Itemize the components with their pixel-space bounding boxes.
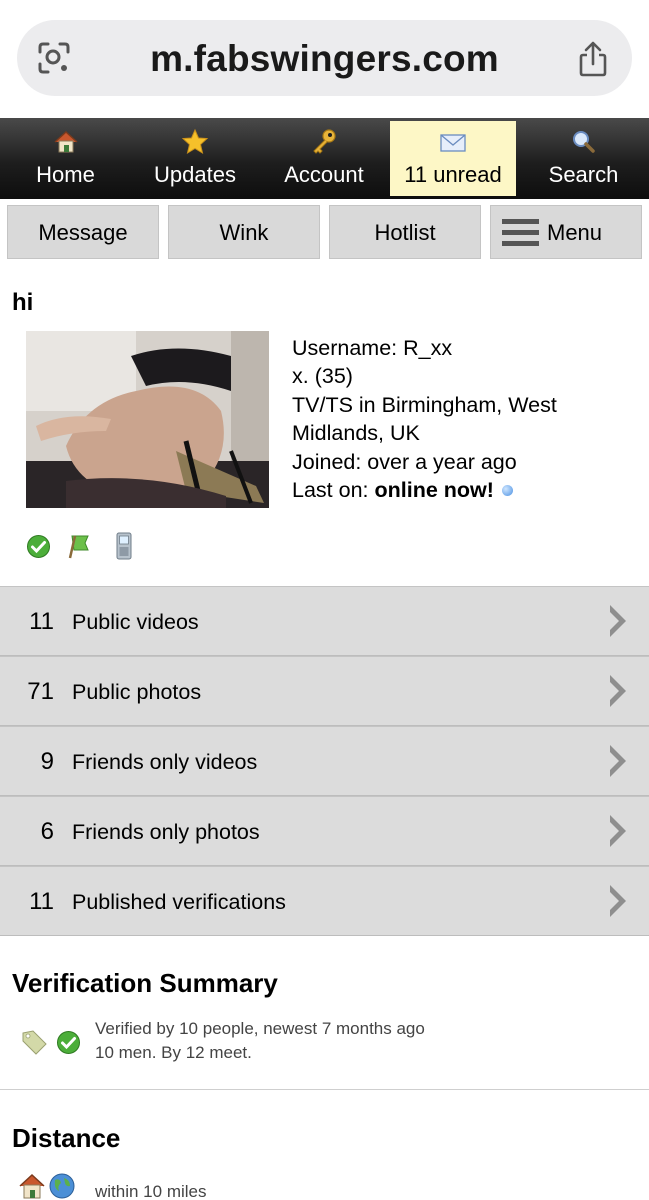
hotlist-button[interactable]: Hotlist xyxy=(329,205,481,259)
nav-home-label: Home xyxy=(36,162,95,187)
chevron-right-icon xyxy=(610,675,626,707)
envelope-icon xyxy=(440,134,466,152)
location-line-1: TV/TS in Birmingham, West xyxy=(292,392,557,417)
nav-unread-label: 11 unread xyxy=(404,162,502,187)
chevron-right-icon xyxy=(610,745,626,777)
last-on-label: Last on: xyxy=(292,478,369,503)
media-row-friends-photos[interactable]: 6 Friends only photos xyxy=(0,796,649,866)
media-count: 71 xyxy=(27,678,54,705)
profile-photo[interactable] xyxy=(26,331,269,508)
profile-actions: Message Wink Hotlist Menu xyxy=(0,205,649,261)
nav-account-label: Account xyxy=(284,162,364,187)
media-row-friends-videos[interactable]: 9 Friends only videos xyxy=(0,726,649,796)
nav-account[interactable]: Account xyxy=(259,118,389,199)
profile-photo-image xyxy=(26,331,269,508)
star-icon xyxy=(181,128,209,155)
media-label: Friends only videos xyxy=(72,750,258,774)
media-row-public-videos[interactable]: 11 Public videos xyxy=(0,586,649,656)
last-on-value: online now! xyxy=(374,478,494,503)
nav-search[interactable]: Search xyxy=(518,118,649,199)
magnifier-icon xyxy=(572,131,595,153)
media-label: Published verifications xyxy=(72,890,286,914)
distance-text: within 10 miles xyxy=(95,1182,207,1200)
distance-title: Distance xyxy=(12,1123,121,1153)
location-line-2: Midlands, UK xyxy=(292,421,420,446)
verification-summary-title: Verification Summary xyxy=(12,968,278,998)
home-icon xyxy=(53,130,78,153)
globe-icon xyxy=(49,1173,75,1199)
message-button[interactable]: Message xyxy=(7,205,159,259)
nav-unread-messages[interactable]: 11 unread xyxy=(390,121,516,196)
tag-icon xyxy=(22,1030,47,1055)
verified-check-icon xyxy=(57,1031,80,1054)
last-on-row: Last on: online now! xyxy=(292,476,632,504)
media-count: 11 xyxy=(29,608,54,635)
username-value: R_xx xyxy=(403,336,453,360)
profile-title: hi xyxy=(12,289,34,316)
chevron-right-icon xyxy=(610,885,626,917)
media-row-public-photos[interactable]: 71 Public photos xyxy=(0,656,649,726)
address-bar[interactable]: m.fabswingers.com xyxy=(17,20,632,96)
home-icon xyxy=(19,1173,45,1199)
share-icon[interactable] xyxy=(576,40,610,78)
mobile-phone-icon xyxy=(116,532,132,560)
verification-details: Verified by 10 people, newest 7 months a… xyxy=(95,1017,425,1065)
media-count: 6 xyxy=(40,818,54,845)
nav-updates-label: Updates xyxy=(154,162,236,187)
url-text[interactable]: m.fabswingers.com xyxy=(17,38,632,80)
username-label: Username: xyxy=(292,336,398,360)
menu-button-label: Menu xyxy=(547,220,603,245)
username-row: Username: R_xx xyxy=(292,334,632,362)
chevron-right-icon xyxy=(610,815,626,847)
joined-line: Joined: over a year ago xyxy=(292,449,517,474)
online-status-icon xyxy=(501,485,513,497)
wink-button[interactable]: Wink xyxy=(168,205,320,259)
profile-badges xyxy=(26,532,146,562)
media-label: Public videos xyxy=(72,610,199,634)
profile-details: Username: R_xx x. (35) TV/TS in Birmingh… xyxy=(292,334,632,504)
section-divider xyxy=(0,1089,649,1090)
hamburger-icon xyxy=(502,219,539,246)
browser-chrome: m.fabswingers.com xyxy=(0,0,649,118)
menu-button[interactable]: Menu xyxy=(490,205,642,259)
age-line: x. (35) xyxy=(292,364,353,389)
nav-search-label: Search xyxy=(548,162,619,187)
verified-check-icon xyxy=(27,535,50,558)
nav-home[interactable]: Home xyxy=(0,118,131,199)
media-row-verifications[interactable]: 11 Published verifications xyxy=(0,866,649,936)
verification-line-1: Verified by 10 people, newest 7 months a… xyxy=(95,1019,425,1038)
top-navigation: Home Updates Account 11 unread Search xyxy=(0,118,649,199)
chevron-right-icon xyxy=(610,605,626,637)
key-icon xyxy=(313,129,336,154)
media-count: 11 xyxy=(29,888,54,915)
flag-icon xyxy=(68,535,89,559)
verification-line-2: 10 men. By 12 meet. xyxy=(95,1043,252,1062)
media-count: 9 xyxy=(40,748,54,775)
nav-updates[interactable]: Updates xyxy=(131,118,259,199)
media-label: Friends only photos xyxy=(72,820,260,844)
media-label: Public photos xyxy=(72,680,202,704)
